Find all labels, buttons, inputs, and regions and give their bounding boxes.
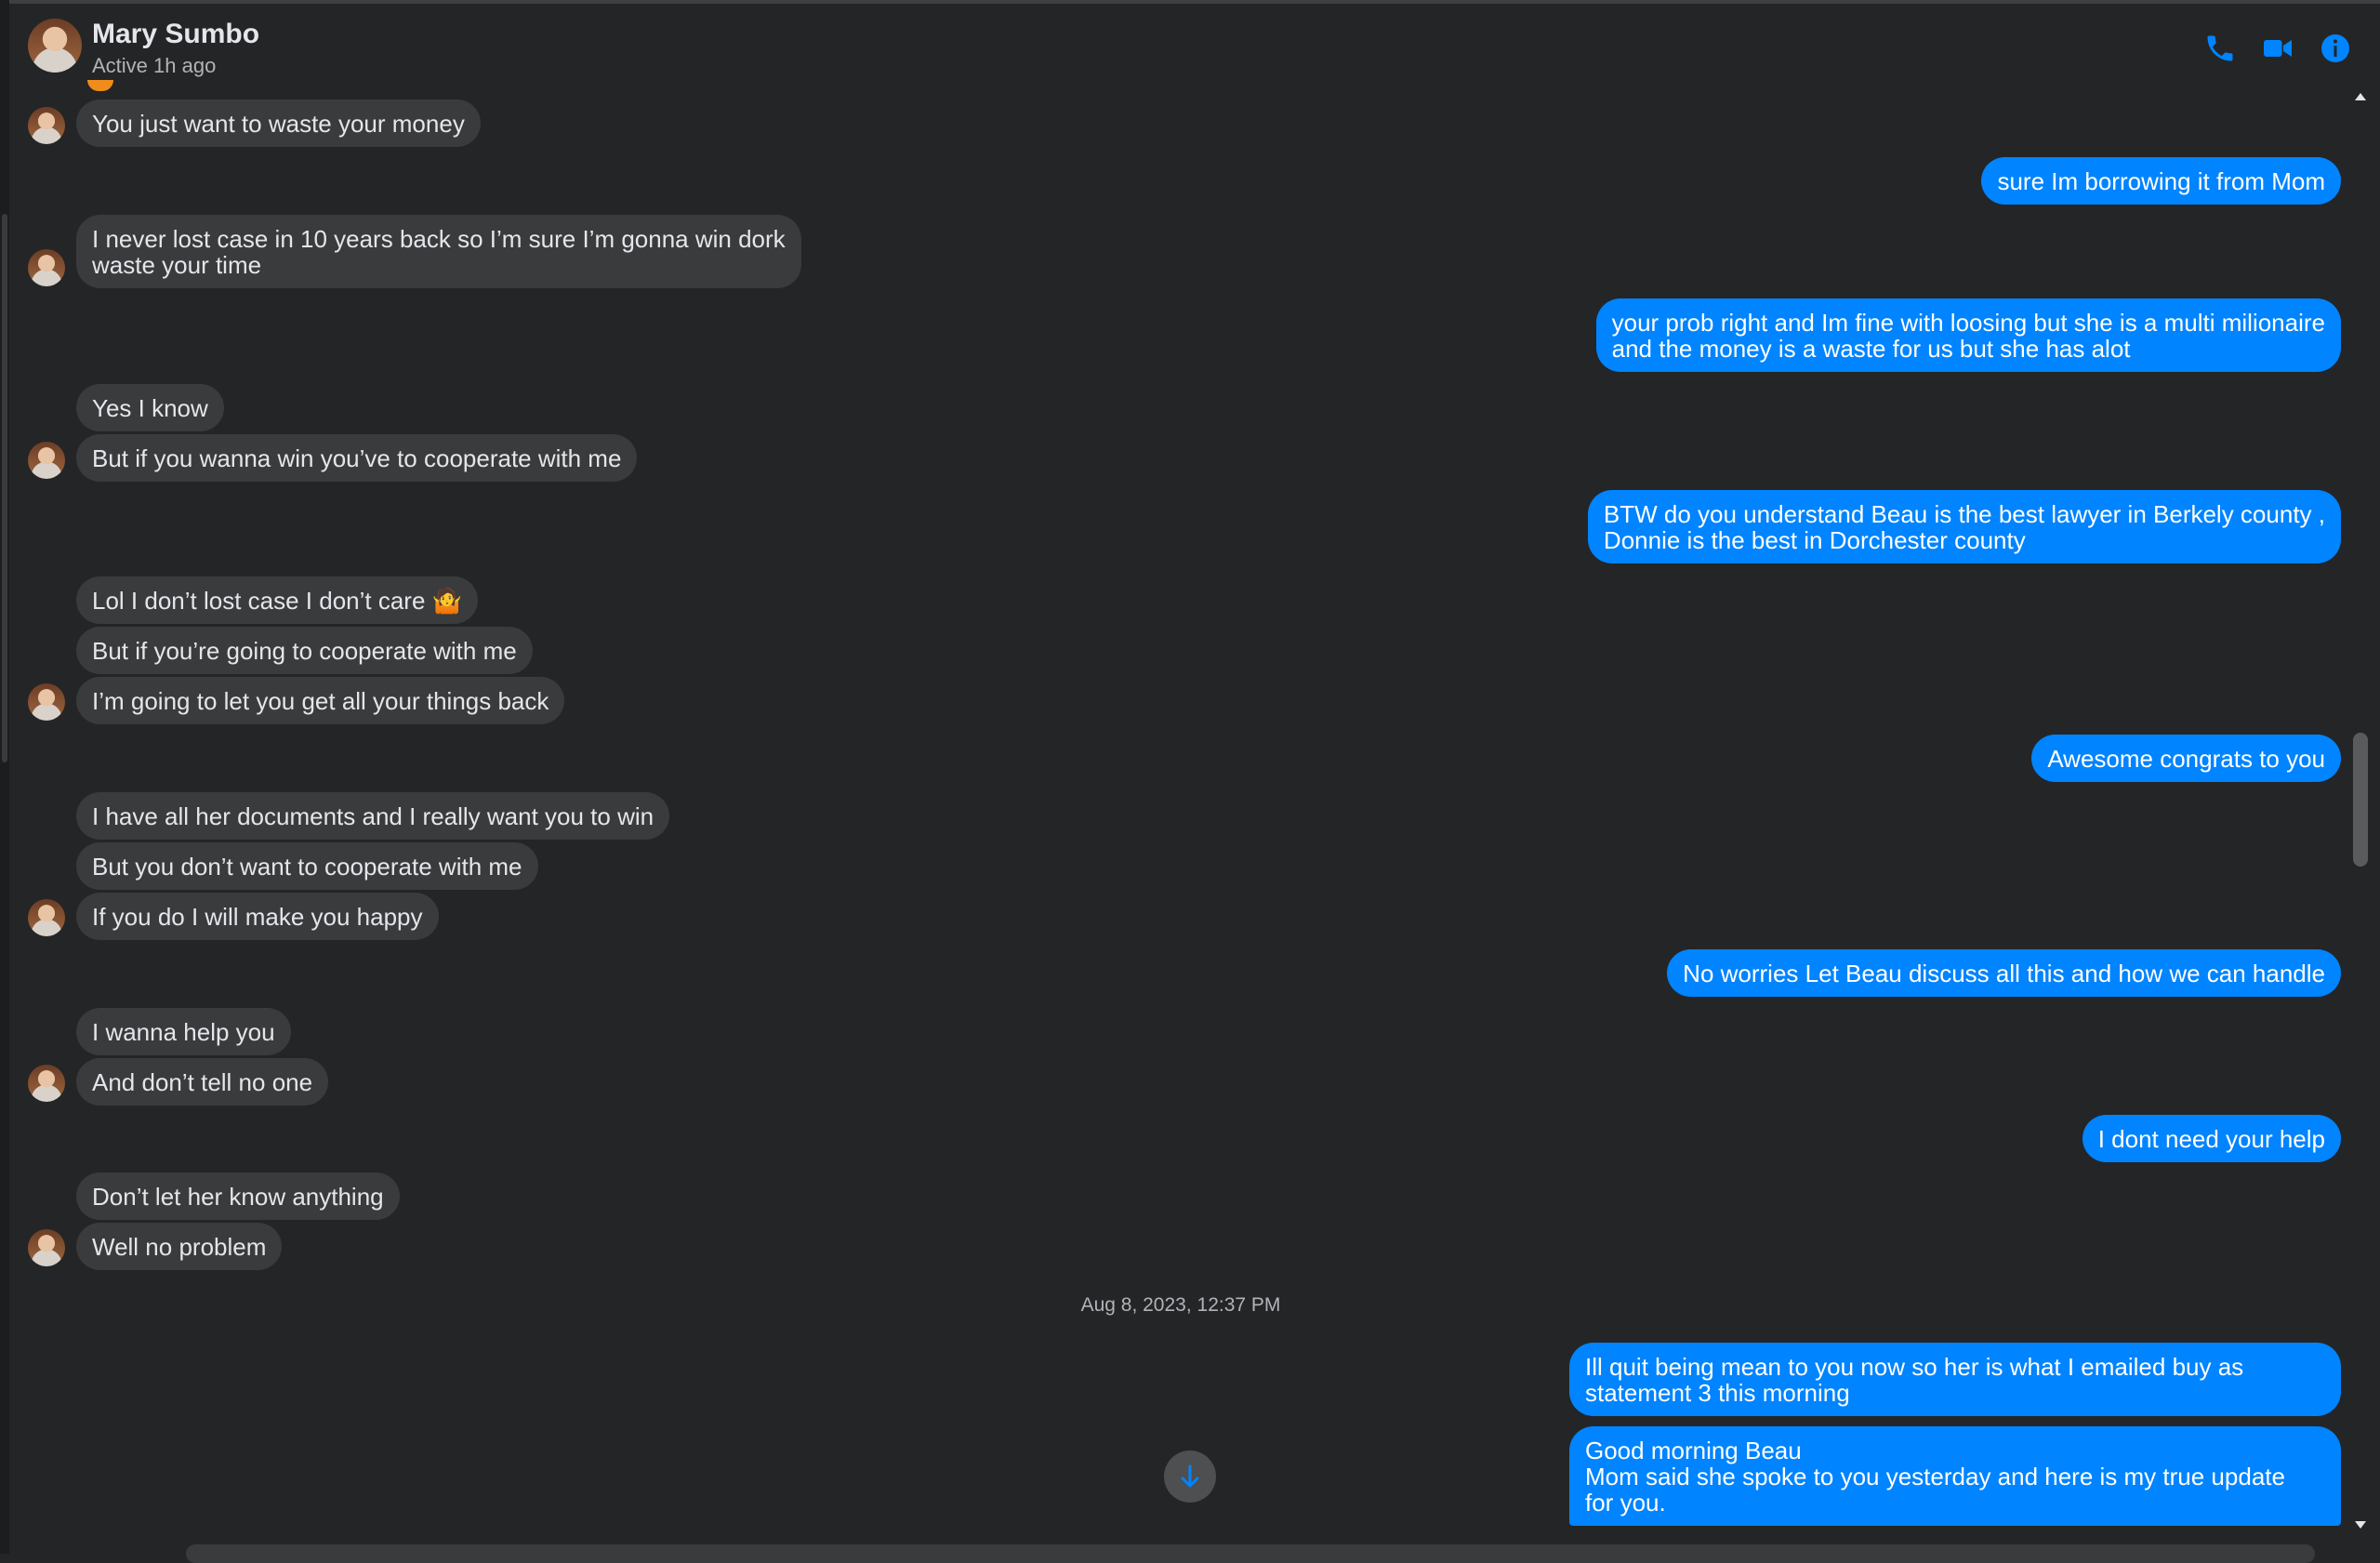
info-icon[interactable] [2319, 32, 2352, 65]
outgoing-message[interactable]: No worries Let Beau discuss all this and… [1667, 949, 2341, 997]
outgoing-message[interactable]: I dont need your help [2082, 1115, 2341, 1162]
incoming-message[interactable]: Don’t let her know anything [76, 1172, 400, 1220]
message-composer[interactable] [186, 1544, 2315, 1563]
thread-scrollbar[interactable] [2350, 91, 2371, 1530]
outgoing-message[interactable]: your prob right and Im fine with loosing… [1595, 298, 2341, 372]
contact-avatar-small[interactable] [28, 442, 65, 479]
incoming-message[interactable]: You just want to waste your money [76, 99, 481, 147]
incoming-message[interactable]: Well no problem [76, 1223, 283, 1270]
scroll-thumb[interactable] [2353, 733, 2368, 867]
outgoing-message[interactable]: Good morning Beau Mom said she spoke to … [1569, 1426, 2341, 1526]
incoming-message[interactable]: I never lost case in 10 years back so I’… [76, 215, 801, 288]
outgoing-message[interactable]: Ill quit being mean to you now so her is… [1569, 1343, 2341, 1416]
contact-status: Active 1h ago [92, 54, 217, 77]
incoming-message[interactable]: Lol I don’t lost case I don’t care 🤷 [76, 576, 479, 624]
conversation-header: Mary Sumbo Active 1h ago [9, 4, 2352, 91]
incoming-message[interactable]: And don’t tell no one [76, 1058, 329, 1106]
contact-avatar-small[interactable] [28, 899, 65, 936]
incoming-message[interactable]: But you don’t want to cooperate with me [76, 842, 538, 890]
left-pane-edge [0, 0, 9, 1554]
scroll-to-bottom-button[interactable] [1164, 1450, 1216, 1503]
contact-avatar[interactable] [28, 19, 82, 73]
left-scroll-thumb[interactable] [2, 214, 7, 762]
incoming-message[interactable]: I wanna help you [76, 1008, 291, 1055]
incoming-message[interactable]: Yes I know [76, 384, 224, 431]
contact-avatar-small[interactable] [28, 683, 65, 721]
incoming-message[interactable]: I’m going to let you get all your things… [76, 677, 565, 724]
contact-avatar-small[interactable] [28, 1229, 65, 1266]
outgoing-message[interactable]: Awesome congrats to you [2031, 735, 2341, 782]
scroll-down-arrow[interactable] [2355, 1521, 2366, 1529]
phone-icon[interactable] [2203, 32, 2237, 65]
incoming-message[interactable]: But if you wanna win you’ve to cooperate… [76, 434, 638, 482]
incoming-message[interactable]: I have all her documents and I really wa… [76, 792, 670, 840]
video-camera-icon[interactable] [2261, 32, 2294, 65]
contact-avatar-small[interactable] [28, 249, 65, 286]
contact-avatar-small[interactable] [28, 107, 65, 144]
incoming-message[interactable]: If you do I will make you happy [76, 893, 439, 940]
message-timestamp: Aug 8, 2023, 12:37 PM [1080, 1294, 1281, 1316]
incoming-message[interactable]: But if you’re going to cooperate with me [76, 627, 533, 674]
contact-name[interactable]: Mary Sumbo [92, 19, 259, 50]
arrow-down-icon [1181, 1464, 1199, 1488]
contact-avatar-small[interactable] [28, 1065, 65, 1102]
outgoing-message[interactable]: BTW do you understand Beau is the best l… [1587, 490, 2341, 563]
outgoing-message[interactable]: sure Im borrowing it from Mom [1981, 157, 2341, 205]
scroll-up-arrow[interactable] [2355, 93, 2366, 100]
